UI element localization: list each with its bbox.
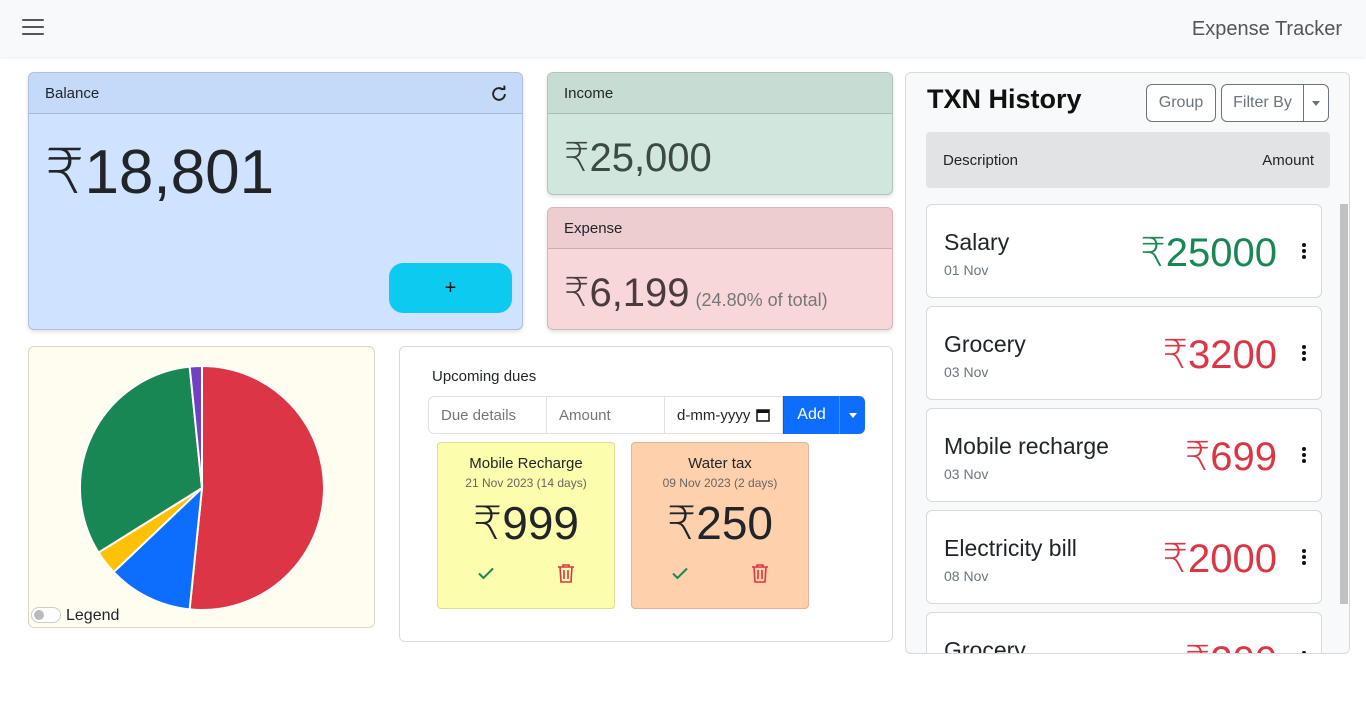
txn-description: Grocery [944, 637, 1026, 654]
more-vertical-icon[interactable] [1301, 243, 1307, 263]
due-date: 21 Nov 2023 (14 days) [465, 476, 587, 490]
txn-item[interactable]: Grocery 03 Nov ₹3200 [926, 306, 1322, 400]
income-label: Income [548, 73, 892, 114]
txn-item[interactable]: Mobile recharge 03 Nov ₹699 [926, 408, 1322, 502]
txn-amount: ₹2000 [1162, 537, 1277, 581]
txn-date: 01 Nov [944, 262, 989, 278]
header-description: Description [943, 152, 1019, 169]
txn-amount: ₹200 [1185, 638, 1277, 653]
expense-label: Expense [548, 208, 892, 249]
income-amount: ₹25,000 [564, 136, 712, 180]
due-amount: ₹999 [472, 497, 579, 549]
due-amount-input[interactable] [547, 396, 665, 434]
txn-amount: ₹25000 [1140, 231, 1277, 275]
txn-scrollbar[interactable] [1340, 204, 1348, 604]
balance-amount: ₹18,801 [45, 138, 275, 207]
trash-icon[interactable] [751, 563, 769, 583]
txn-description: Electricity bill [944, 535, 1077, 561]
trash-icon[interactable] [557, 563, 575, 583]
txn-description: Salary [944, 229, 1010, 255]
filter-dropdown-toggle[interactable] [1303, 84, 1329, 122]
upcoming-dues-card: Upcoming dues d-mm-yyyy Add Mobile Recha… [399, 346, 893, 642]
menu-icon[interactable] [22, 19, 44, 37]
more-vertical-icon[interactable] [1301, 651, 1307, 653]
txn-amount: ₹3200 [1162, 333, 1277, 377]
check-icon[interactable] [670, 563, 690, 583]
txn-description: Grocery [944, 331, 1026, 357]
add-transaction-button[interactable]: + [389, 263, 512, 313]
expense-amount-row: ₹6,199 (24.80% of total) [564, 270, 828, 316]
expense-pie-chart [79, 364, 325, 611]
due-name: Water tax [688, 455, 752, 472]
due-details-input[interactable] [428, 396, 547, 434]
filter-by-button[interactable]: Filter By [1221, 84, 1304, 122]
expense-percent: (24.80% of total) [695, 290, 828, 310]
expense-card: Expense ₹6,199 (24.80% of total) [547, 207, 893, 330]
chart-card: Legend [28, 346, 375, 628]
legend-toggle[interactable] [31, 607, 61, 623]
calendar-icon[interactable] [756, 408, 770, 422]
balance-card: Balance ₹18,801 + [28, 72, 523, 330]
header-amount: Amount [1262, 152, 1314, 169]
due-card: Water tax 09 Nov 2023 (2 days) ₹250 [631, 442, 809, 609]
txn-date: 03 Nov [944, 364, 989, 380]
due-amount: ₹250 [666, 497, 773, 549]
check-icon[interactable] [476, 563, 496, 583]
expense-amount: ₹6,199 [564, 271, 690, 315]
refresh-icon[interactable] [490, 85, 508, 103]
due-name: Mobile Recharge [469, 455, 583, 472]
due-date-input[interactable]: d-mm-yyyy [665, 396, 783, 434]
more-vertical-icon[interactable] [1301, 345, 1307, 365]
txn-item[interactable]: Electricity bill 08 Nov ₹2000 [926, 510, 1322, 604]
legend-label: Legend [66, 607, 120, 624]
group-button[interactable]: Group [1146, 84, 1216, 122]
txn-item[interactable]: Grocery ₹200 [926, 612, 1322, 654]
txn-title: TXN History [927, 84, 1082, 114]
more-vertical-icon[interactable] [1301, 549, 1307, 569]
due-card: Mobile Recharge 21 Nov 2023 (14 days) ₹9… [437, 442, 615, 609]
dues-form: d-mm-yyyy Add [428, 396, 865, 434]
txn-history-panel: TXN History Group Filter By Description … [905, 72, 1350, 654]
pie-slice-grocery[interactable] [188, 364, 325, 611]
balance-label: Balance [29, 73, 522, 114]
navbar: Expense Tracker [0, 0, 1366, 57]
due-date: 09 Nov 2023 (2 days) [662, 476, 778, 490]
dues-title: Upcoming dues [432, 368, 537, 385]
more-vertical-icon[interactable] [1301, 447, 1307, 467]
caret-down-icon [849, 413, 857, 418]
txn-amount: ₹699 [1184, 435, 1277, 479]
txn-date: 08 Nov [944, 568, 989, 584]
app-title: Expense Tracker [1191, 18, 1342, 40]
txn-item[interactable]: Salary 01 Nov ₹25000 [926, 204, 1322, 298]
txn-date: 03 Nov [944, 466, 989, 482]
income-card: Income ₹25,000 [547, 72, 893, 195]
txn-table-header: Description Amount [926, 132, 1330, 188]
txn-description: Mobile recharge [944, 433, 1109, 459]
add-due-button[interactable]: Add [783, 396, 839, 434]
due-date-value: d-mm-yyyy [677, 406, 751, 424]
add-due-dropdown-toggle[interactable] [839, 396, 865, 434]
caret-down-icon [1312, 101, 1320, 106]
txn-list[interactable]: Salary 01 Nov ₹25000 Grocery 03 Nov ₹320… [926, 204, 1322, 654]
